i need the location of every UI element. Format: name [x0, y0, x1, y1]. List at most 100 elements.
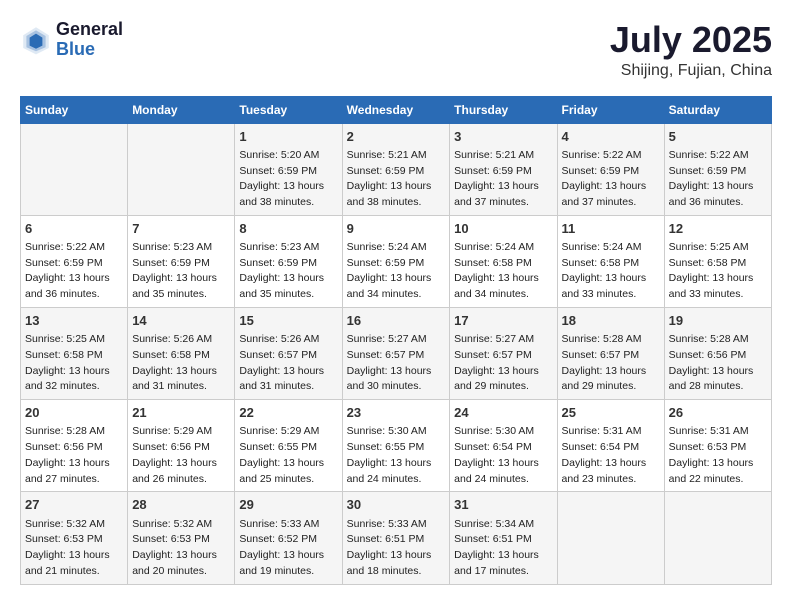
calendar-week-row: 13Sunrise: 5:25 AMSunset: 6:58 PMDayligh…: [21, 307, 772, 399]
day-number: 17: [454, 312, 552, 330]
header-monday: Monday: [128, 96, 235, 123]
day-info: Sunrise: 5:27 AMSunset: 6:57 PMDaylight:…: [347, 332, 446, 395]
day-number: 4: [562, 128, 660, 146]
day-info: Sunrise: 5:28 AMSunset: 6:56 PMDaylight:…: [669, 332, 767, 395]
day-number: 22: [239, 404, 337, 422]
daylight-text: Daylight: 13 hours and 38 minutes.: [239, 179, 337, 211]
calendar-cell: [664, 492, 771, 584]
logo-icon: [20, 24, 52, 56]
day-info: Sunrise: 5:28 AMSunset: 6:56 PMDaylight:…: [25, 424, 123, 487]
title-block: July 2025 Shijing, Fujian, China: [610, 20, 772, 80]
day-info: Sunrise: 5:24 AMSunset: 6:58 PMDaylight:…: [562, 240, 660, 303]
daylight-text: Daylight: 13 hours and 37 minutes.: [454, 179, 552, 211]
calendar-cell: 22Sunrise: 5:29 AMSunset: 6:55 PMDayligh…: [235, 400, 342, 492]
calendar-cell: 16Sunrise: 5:27 AMSunset: 6:57 PMDayligh…: [342, 307, 450, 399]
daylight-text: Daylight: 13 hours and 32 minutes.: [25, 364, 123, 396]
calendar-cell: 4 Sunrise: 5:22 AMSunset: 6:59 PMDaylight…: [557, 123, 664, 215]
day-number: 19: [669, 312, 767, 330]
sunset-text: Sunset: 6:59 PM: [454, 164, 552, 180]
daylight-text: Daylight: 13 hours and 37 minutes.: [562, 179, 660, 211]
sunrise-text: Sunrise: 5:31 AM: [562, 424, 660, 440]
sunset-text: Sunset: 6:53 PM: [25, 532, 123, 548]
day-info: Sunrise: 5:34 AMSunset: 6:51 PMDaylight:…: [454, 517, 552, 580]
logo-general: General: [56, 20, 123, 40]
calendar-week-row: 6Sunrise: 5:22 AMSunset: 6:59 PMDaylight…: [21, 215, 772, 307]
calendar-cell: [128, 123, 235, 215]
sunset-text: Sunset: 6:59 PM: [239, 256, 337, 272]
day-number: 29: [239, 496, 337, 514]
day-info: Sunrise: 5:22 AMSunset: 6:59 PMDaylight:…: [562, 148, 660, 211]
day-info: Sunrise: 5:26 AMSunset: 6:57 PMDaylight:…: [239, 332, 337, 395]
day-number: 31: [454, 496, 552, 514]
sunrise-text: Sunrise: 5:26 AM: [132, 332, 230, 348]
header-friday: Friday: [557, 96, 664, 123]
sunrise-text: Sunrise: 5:32 AM: [132, 517, 230, 533]
day-number: 25: [562, 404, 660, 422]
day-number: 27: [25, 496, 123, 514]
calendar-cell: 3 Sunrise: 5:21 AMSunset: 6:59 PMDaylight…: [450, 123, 557, 215]
sunset-text: Sunset: 6:51 PM: [347, 532, 446, 548]
calendar-cell: 11 Sunrise: 5:24 AMSunset: 6:58 PMDayligh…: [557, 215, 664, 307]
day-number: 18: [562, 312, 660, 330]
logo-blue: Blue: [56, 40, 123, 60]
day-number: 3: [454, 128, 552, 146]
sunrise-text: Sunrise: 5:23 AM: [239, 240, 337, 256]
sunset-text: Sunset: 6:58 PM: [669, 256, 767, 272]
calendar-cell: 15Sunrise: 5:26 AMSunset: 6:57 PMDayligh…: [235, 307, 342, 399]
daylight-text: Daylight: 13 hours and 35 minutes.: [239, 271, 337, 303]
sunset-text: Sunset: 6:59 PM: [132, 256, 230, 272]
day-info: Sunrise: 5:24 AMSunset: 6:58 PMDaylight:…: [454, 240, 552, 303]
day-info: Sunrise: 5:25 AMSunset: 6:58 PMDaylight:…: [669, 240, 767, 303]
calendar-body: 1Sunrise: 5:20 AMSunset: 6:59 PMDaylight…: [21, 123, 772, 584]
daylight-text: Daylight: 13 hours and 31 minutes.: [239, 364, 337, 396]
calendar-cell: 30Sunrise: 5:33 AMSunset: 6:51 PMDayligh…: [342, 492, 450, 584]
sunset-text: Sunset: 6:59 PM: [25, 256, 123, 272]
calendar-cell: [21, 123, 128, 215]
day-info: Sunrise: 5:33 AMSunset: 6:52 PMDaylight:…: [239, 517, 337, 580]
day-info: Sunrise: 5:33 AMSunset: 6:51 PMDaylight:…: [347, 517, 446, 580]
daylight-text: Daylight: 13 hours and 36 minutes.: [669, 179, 767, 211]
day-number: 6: [25, 220, 123, 238]
day-number: 24: [454, 404, 552, 422]
sunrise-text: Sunrise: 5:22 AM: [669, 148, 767, 164]
day-number: 1: [239, 128, 337, 146]
daylight-text: Daylight: 13 hours and 24 minutes.: [454, 456, 552, 488]
calendar-cell: 13Sunrise: 5:25 AMSunset: 6:58 PMDayligh…: [21, 307, 128, 399]
sunset-text: Sunset: 6:55 PM: [239, 440, 337, 456]
day-number: 10: [454, 220, 552, 238]
logo-text: General Blue: [56, 20, 123, 60]
daylight-text: Daylight: 13 hours and 34 minutes.: [347, 271, 446, 303]
sunset-text: Sunset: 6:58 PM: [132, 348, 230, 364]
sunset-text: Sunset: 6:51 PM: [454, 532, 552, 548]
page-header: General Blue July 2025 Shijing, Fujian, …: [20, 20, 772, 80]
sunrise-text: Sunrise: 5:28 AM: [25, 424, 123, 440]
day-info: Sunrise: 5:21 AMSunset: 6:59 PMDaylight:…: [347, 148, 446, 211]
sunrise-text: Sunrise: 5:24 AM: [347, 240, 446, 256]
day-number: 5: [669, 128, 767, 146]
calendar-cell: 8Sunrise: 5:23 AMSunset: 6:59 PMDaylight…: [235, 215, 342, 307]
daylight-text: Daylight: 13 hours and 29 minutes.: [562, 364, 660, 396]
sunrise-text: Sunrise: 5:21 AM: [454, 148, 552, 164]
day-info: Sunrise: 5:31 AMSunset: 6:54 PMDaylight:…: [562, 424, 660, 487]
calendar-cell: 26Sunrise: 5:31 AMSunset: 6:53 PMDayligh…: [664, 400, 771, 492]
day-info: Sunrise: 5:27 AMSunset: 6:57 PMDaylight:…: [454, 332, 552, 395]
daylight-text: Daylight: 13 hours and 17 minutes.: [454, 548, 552, 580]
day-info: Sunrise: 5:23 AMSunset: 6:59 PMDaylight:…: [239, 240, 337, 303]
sunset-text: Sunset: 6:54 PM: [454, 440, 552, 456]
calendar-cell: 1Sunrise: 5:20 AMSunset: 6:59 PMDaylight…: [235, 123, 342, 215]
day-info: Sunrise: 5:28 AMSunset: 6:57 PMDaylight:…: [562, 332, 660, 395]
daylight-text: Daylight: 13 hours and 25 minutes.: [239, 456, 337, 488]
day-number: 11: [562, 220, 660, 238]
calendar-cell: 17 Sunrise: 5:27 AMSunset: 6:57 PMDayligh…: [450, 307, 557, 399]
sunset-text: Sunset: 6:56 PM: [669, 348, 767, 364]
calendar-header: Sunday Monday Tuesday Wednesday Thursday…: [21, 96, 772, 123]
calendar-cell: [557, 492, 664, 584]
daylight-text: Daylight: 13 hours and 22 minutes.: [669, 456, 767, 488]
daylight-text: Daylight: 13 hours and 33 minutes.: [669, 271, 767, 303]
calendar-cell: 6Sunrise: 5:22 AMSunset: 6:59 PMDaylight…: [21, 215, 128, 307]
calendar-cell: 25 Sunrise: 5:31 AMSunset: 6:54 PMDayligh…: [557, 400, 664, 492]
sunrise-text: Sunrise: 5:33 AM: [239, 517, 337, 533]
day-number: 23: [347, 404, 446, 422]
day-number: 28: [132, 496, 230, 514]
day-number: 21: [132, 404, 230, 422]
